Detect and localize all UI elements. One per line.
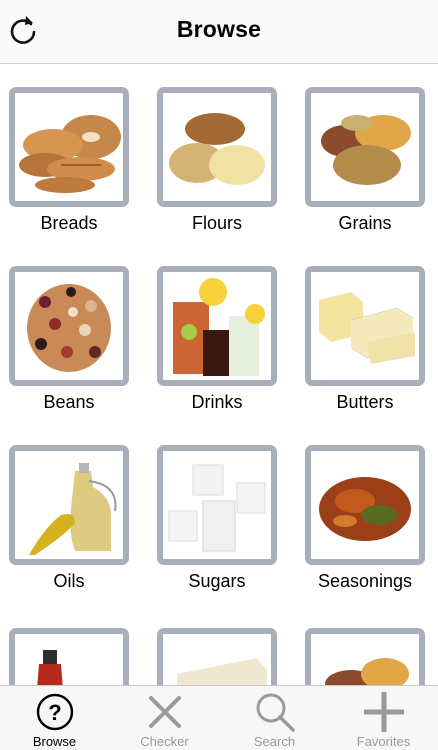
category-image-frame xyxy=(305,87,425,207)
tab-search[interactable]: Search xyxy=(220,686,329,750)
category-label: Drinks xyxy=(191,392,243,412)
page-title: Browse xyxy=(176,16,262,42)
category-grid: Breads Flours Grains Beans Drinks Butter… xyxy=(0,65,438,685)
magnifier-icon xyxy=(256,693,295,732)
category-tile-cheeses[interactable] xyxy=(154,628,280,685)
category-image-frame xyxy=(157,628,277,685)
category-image-frame xyxy=(305,445,425,565)
category-label: Butters xyxy=(336,392,394,412)
category-tile-sugars[interactable]: Sugars xyxy=(154,445,280,593)
category-image-frame xyxy=(9,266,129,386)
tab-bar: ? Browse Checker Search Favorites xyxy=(0,685,438,750)
category-image-frame xyxy=(9,628,129,685)
butters-image xyxy=(319,292,415,364)
tab-favorites[interactable]: Favorites xyxy=(329,686,438,750)
tab-browse[interactable]: ? Browse xyxy=(0,686,109,750)
category-tile-beans[interactable]: Beans xyxy=(6,266,132,414)
tab-label: Search xyxy=(253,734,296,749)
category-image-frame xyxy=(9,445,129,565)
grains-image xyxy=(321,115,411,185)
category-label: Seasonings xyxy=(317,571,413,591)
sugars-image xyxy=(168,464,266,552)
x-icon xyxy=(148,696,181,728)
breads-image xyxy=(19,115,121,193)
category-tile-oils[interactable]: Oils xyxy=(6,445,132,593)
seasonings-image xyxy=(319,477,411,541)
category-label: Oils xyxy=(53,571,85,591)
plus-icon xyxy=(363,692,404,732)
category-tile-grains[interactable]: Grains xyxy=(302,87,428,235)
condiments-image xyxy=(37,650,63,685)
category-label: Sugars xyxy=(188,571,246,591)
category-image-frame xyxy=(157,87,277,207)
category-tile-condiments[interactable] xyxy=(6,628,132,685)
category-image-frame xyxy=(305,266,425,386)
category-tile-mixed-grains[interactable] xyxy=(302,628,428,685)
beans-image xyxy=(27,284,111,372)
question-circle-icon: ? xyxy=(36,693,73,731)
category-tile-drinks[interactable]: Drinks xyxy=(154,266,280,414)
oils-image xyxy=(29,463,117,555)
cheeses-image xyxy=(177,658,267,685)
category-tile-seasonings[interactable]: Seasonings xyxy=(302,445,428,593)
flours-image xyxy=(169,113,265,185)
category-image-frame xyxy=(157,445,277,565)
category-tile-breads[interactable]: Breads xyxy=(6,87,132,235)
category-image-frame xyxy=(305,628,425,685)
category-tile-butters[interactable]: Butters xyxy=(302,266,428,414)
navigation-bar: Browse xyxy=(0,0,438,64)
mixed-grains-image xyxy=(325,658,409,685)
tab-label: Checker xyxy=(140,734,189,749)
tab-checker[interactable]: Checker xyxy=(110,686,219,750)
tab-label: Favorites xyxy=(356,734,411,749)
category-label: Flours xyxy=(191,213,242,233)
category-tile-flours[interactable]: Flours xyxy=(154,87,280,235)
category-label: Breads xyxy=(40,213,98,233)
svg-text:?: ? xyxy=(48,700,61,725)
category-image-frame xyxy=(9,87,129,207)
tab-label: Browse xyxy=(32,734,77,749)
category-label: Grains xyxy=(338,213,392,233)
category-label: Beans xyxy=(43,392,95,412)
drinks-image xyxy=(173,278,265,376)
category-image-frame xyxy=(157,266,277,386)
